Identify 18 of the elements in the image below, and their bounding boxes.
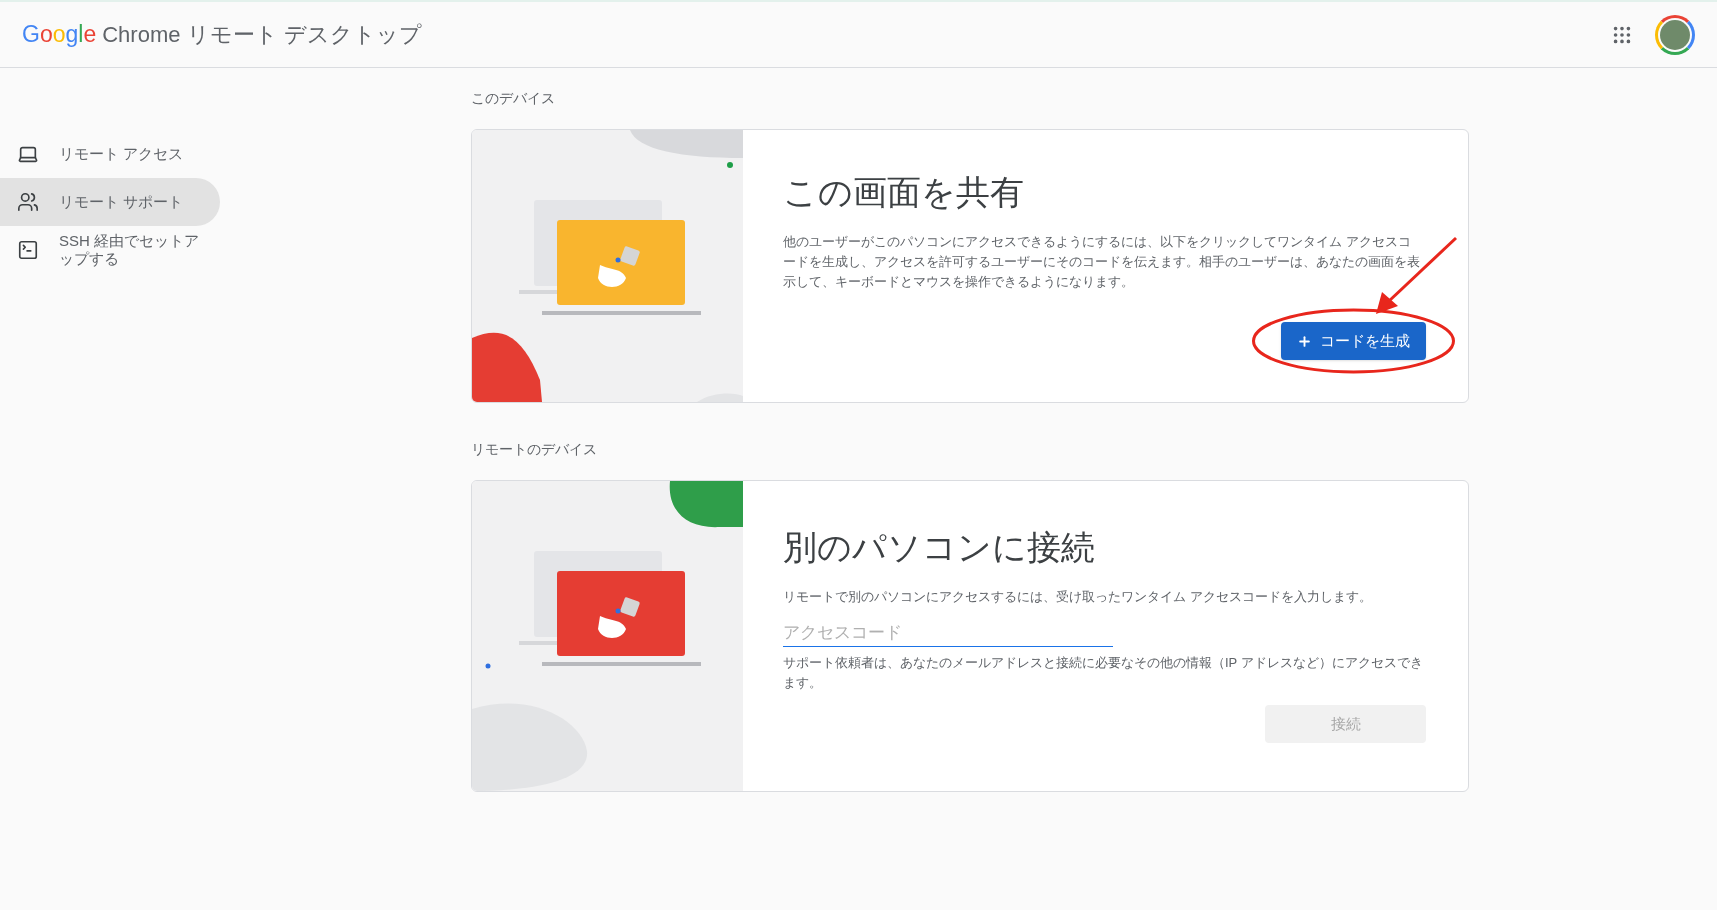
plus-icon [1297,333,1312,349]
card-description: 他のユーザーがこのパソコンにアクセスできるようにするには、以下をクリックしてワンタイム アクセスコードを生成し、アクセスを許可するユーザーにそのコードを伝えます。相手のユーザーは、あなたの画面を表示して、キーボードとマウスを操作できるようになります。 [783,233,1421,291]
sidebar-item[interactable]: SSH 経由でセットアップする [0,226,220,274]
card-title: この画面を共有 [783,172,1025,213]
card-title: 別のパソコンに接続 [783,527,1096,568]
app-title: Chrome リモート デスクトップ [102,21,422,50]
sidebar-item[interactable]: リモート サポート [0,178,220,226]
section-heading: このデバイス [471,89,556,108]
sidebar-item[interactable]: リモート アクセス [0,130,220,178]
terminal-icon [17,239,39,261]
access-code-field[interactable]: アクセスコード [783,619,1113,647]
section-heading: リモートのデバイス [471,440,598,459]
avatar[interactable] [1655,14,1695,55]
generate-code-button[interactable]: コードを生成 [1281,322,1426,360]
google-logo: Google [22,20,97,50]
people-icon [17,191,39,213]
privacy-note: サポート依頼者は、あなたのメールアドレスと接続に必要なその他の情報（IP アドレスなど）にアクセスできます。 [783,654,1423,692]
card-description: リモートで別のパソコンにアクセスするには、受け取ったワンタイム アクセスコードを入力します。 [783,588,1373,606]
